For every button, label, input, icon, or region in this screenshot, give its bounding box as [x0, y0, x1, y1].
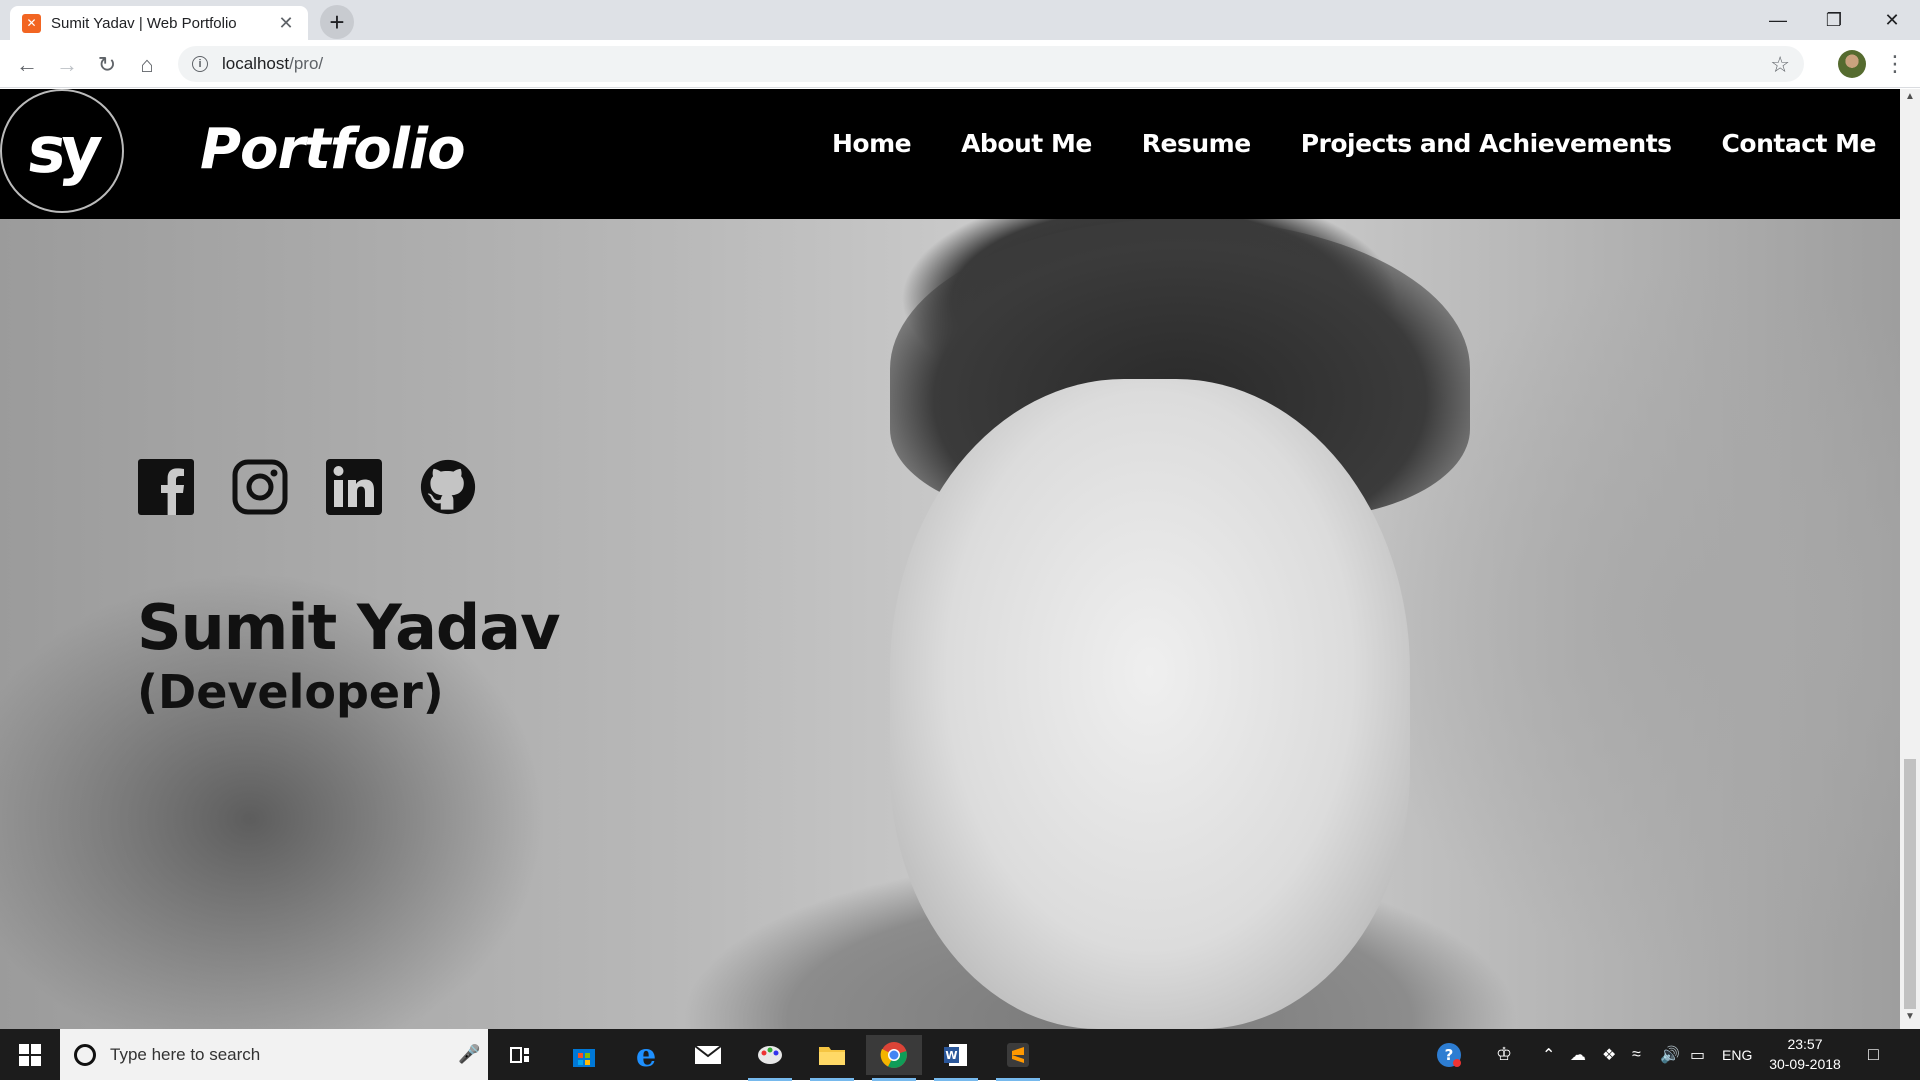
- forward-icon[interactable]: →: [50, 48, 84, 82]
- nav-about-me[interactable]: About Me: [961, 129, 1092, 158]
- onedrive-icon[interactable]: ☁: [1570, 1029, 1586, 1080]
- clock-date: 30-09-2018: [1769, 1056, 1841, 1072]
- instagram-icon[interactable]: [232, 459, 288, 515]
- xampp-favicon-icon: ✕: [22, 13, 41, 33]
- nav-contact-me[interactable]: Contact Me: [1722, 129, 1877, 158]
- nav-projects-achievements[interactable]: Projects and Achievements: [1301, 129, 1672, 158]
- microsoft-store-icon[interactable]: [556, 1035, 612, 1075]
- action-center-icon[interactable]: □: [1868, 1029, 1879, 1080]
- browser-menu-icon[interactable]: ⋮: [1884, 50, 1906, 78]
- paint-app-icon[interactable]: [742, 1035, 798, 1081]
- taskbar-search-box[interactable]: Type here to search 🎤: [60, 1029, 488, 1080]
- dropbox-icon[interactable]: ❖: [1602, 1029, 1616, 1080]
- scroll-down-icon[interactable]: ▼: [1900, 1011, 1920, 1027]
- chrome-icon[interactable]: [866, 1035, 922, 1081]
- taskbar-clock[interactable]: 23:57 30-09-2018: [1760, 1034, 1850, 1074]
- help-icon[interactable]: ?: [1436, 1029, 1462, 1080]
- brand-title[interactable]: Portfolio: [200, 117, 466, 182]
- reload-icon[interactable]: ↻: [90, 48, 124, 82]
- windows-taskbar: Type here to search 🎤 e W ? ♔ ⌃ ☁ ❖ ≈ 🔊 …: [0, 1029, 1920, 1081]
- browser-tabbar: ✕ Sumit Yadav | Web Portfolio ✕ + — ❐ ✕: [0, 0, 1920, 40]
- back-icon[interactable]: ←: [10, 48, 44, 82]
- mail-icon[interactable]: [680, 1035, 736, 1075]
- taskbar-search-placeholder[interactable]: Type here to search: [110, 1045, 458, 1065]
- word-icon[interactable]: W: [928, 1035, 984, 1081]
- page-viewport: Sumit Yadav (Developer) sy Portfolio Hom…: [0, 89, 1900, 1029]
- minimize-icon[interactable]: —: [1750, 0, 1806, 40]
- page-scrollbar[interactable]: ▲ ▼: [1900, 89, 1920, 1029]
- wifi-icon[interactable]: ≈: [1632, 1029, 1641, 1080]
- facebook-icon[interactable]: [138, 459, 194, 515]
- windows-start-icon[interactable]: [0, 1029, 60, 1080]
- scroll-up-icon[interactable]: ▲: [1900, 91, 1920, 107]
- nav-home[interactable]: Home: [832, 129, 912, 158]
- show-hidden-icons-icon[interactable]: ⌃: [1542, 1029, 1555, 1080]
- hero-role: (Developer): [137, 665, 444, 719]
- language-indicator[interactable]: ENG: [1722, 1029, 1752, 1080]
- svg-text:W: W: [945, 1049, 957, 1062]
- github-icon[interactable]: [420, 459, 476, 515]
- address-bar[interactable]: i localhost/pro/ ☆: [178, 46, 1804, 82]
- info-icon[interactable]: i: [192, 56, 208, 72]
- edge-browser-icon[interactable]: e: [618, 1035, 674, 1075]
- nav-resume[interactable]: Resume: [1142, 129, 1251, 158]
- volume-icon[interactable]: 🔊: [1660, 1029, 1680, 1080]
- scrollbar-thumb[interactable]: [1904, 759, 1916, 1009]
- site-header: sy Portfolio Home About Me Resume Projec…: [0, 89, 1900, 219]
- linkedin-icon[interactable]: [326, 459, 382, 515]
- browser-toolbar: ← → ↻ ⌂ i localhost/pro/ ☆ ⋮: [0, 40, 1920, 88]
- browser-tab[interactable]: ✕ Sumit Yadav | Web Portfolio ✕: [10, 6, 308, 40]
- task-view-icon[interactable]: [492, 1035, 548, 1075]
- logo-text: sy: [24, 114, 100, 188]
- tab-title: Sumit Yadav | Web Portfolio: [51, 14, 237, 32]
- tab-close-icon[interactable]: ✕: [276, 13, 296, 34]
- restore-icon[interactable]: ❐: [1806, 0, 1862, 40]
- home-icon[interactable]: ⌂: [130, 48, 164, 82]
- hero-section: Sumit Yadav (Developer): [0, 219, 1900, 1029]
- clock-time: 23:57: [1787, 1036, 1823, 1052]
- sublime-text-icon[interactable]: [990, 1035, 1046, 1081]
- hero-photo: [890, 379, 1410, 1029]
- people-icon[interactable]: ♔: [1496, 1029, 1512, 1080]
- main-nav: Home About Me Resume Projects and Achiev…: [832, 129, 1877, 158]
- bookmark-star-icon[interactable]: ☆: [1770, 52, 1790, 78]
- microphone-icon[interactable]: 🎤: [458, 1044, 488, 1065]
- svg-text:?: ?: [1445, 1046, 1454, 1064]
- file-explorer-icon[interactable]: [804, 1035, 860, 1081]
- url-text[interactable]: localhost/pro/: [222, 54, 323, 74]
- new-tab-button[interactable]: +: [320, 5, 354, 39]
- battery-icon[interactable]: ▭: [1690, 1029, 1705, 1080]
- social-links: [138, 459, 476, 515]
- close-window-icon[interactable]: ✕: [1864, 0, 1920, 40]
- cortana-icon[interactable]: [74, 1043, 96, 1066]
- hero-name: Sumit Yadav: [137, 591, 561, 664]
- site-logo[interactable]: sy: [0, 89, 124, 213]
- profile-avatar[interactable]: [1838, 50, 1866, 78]
